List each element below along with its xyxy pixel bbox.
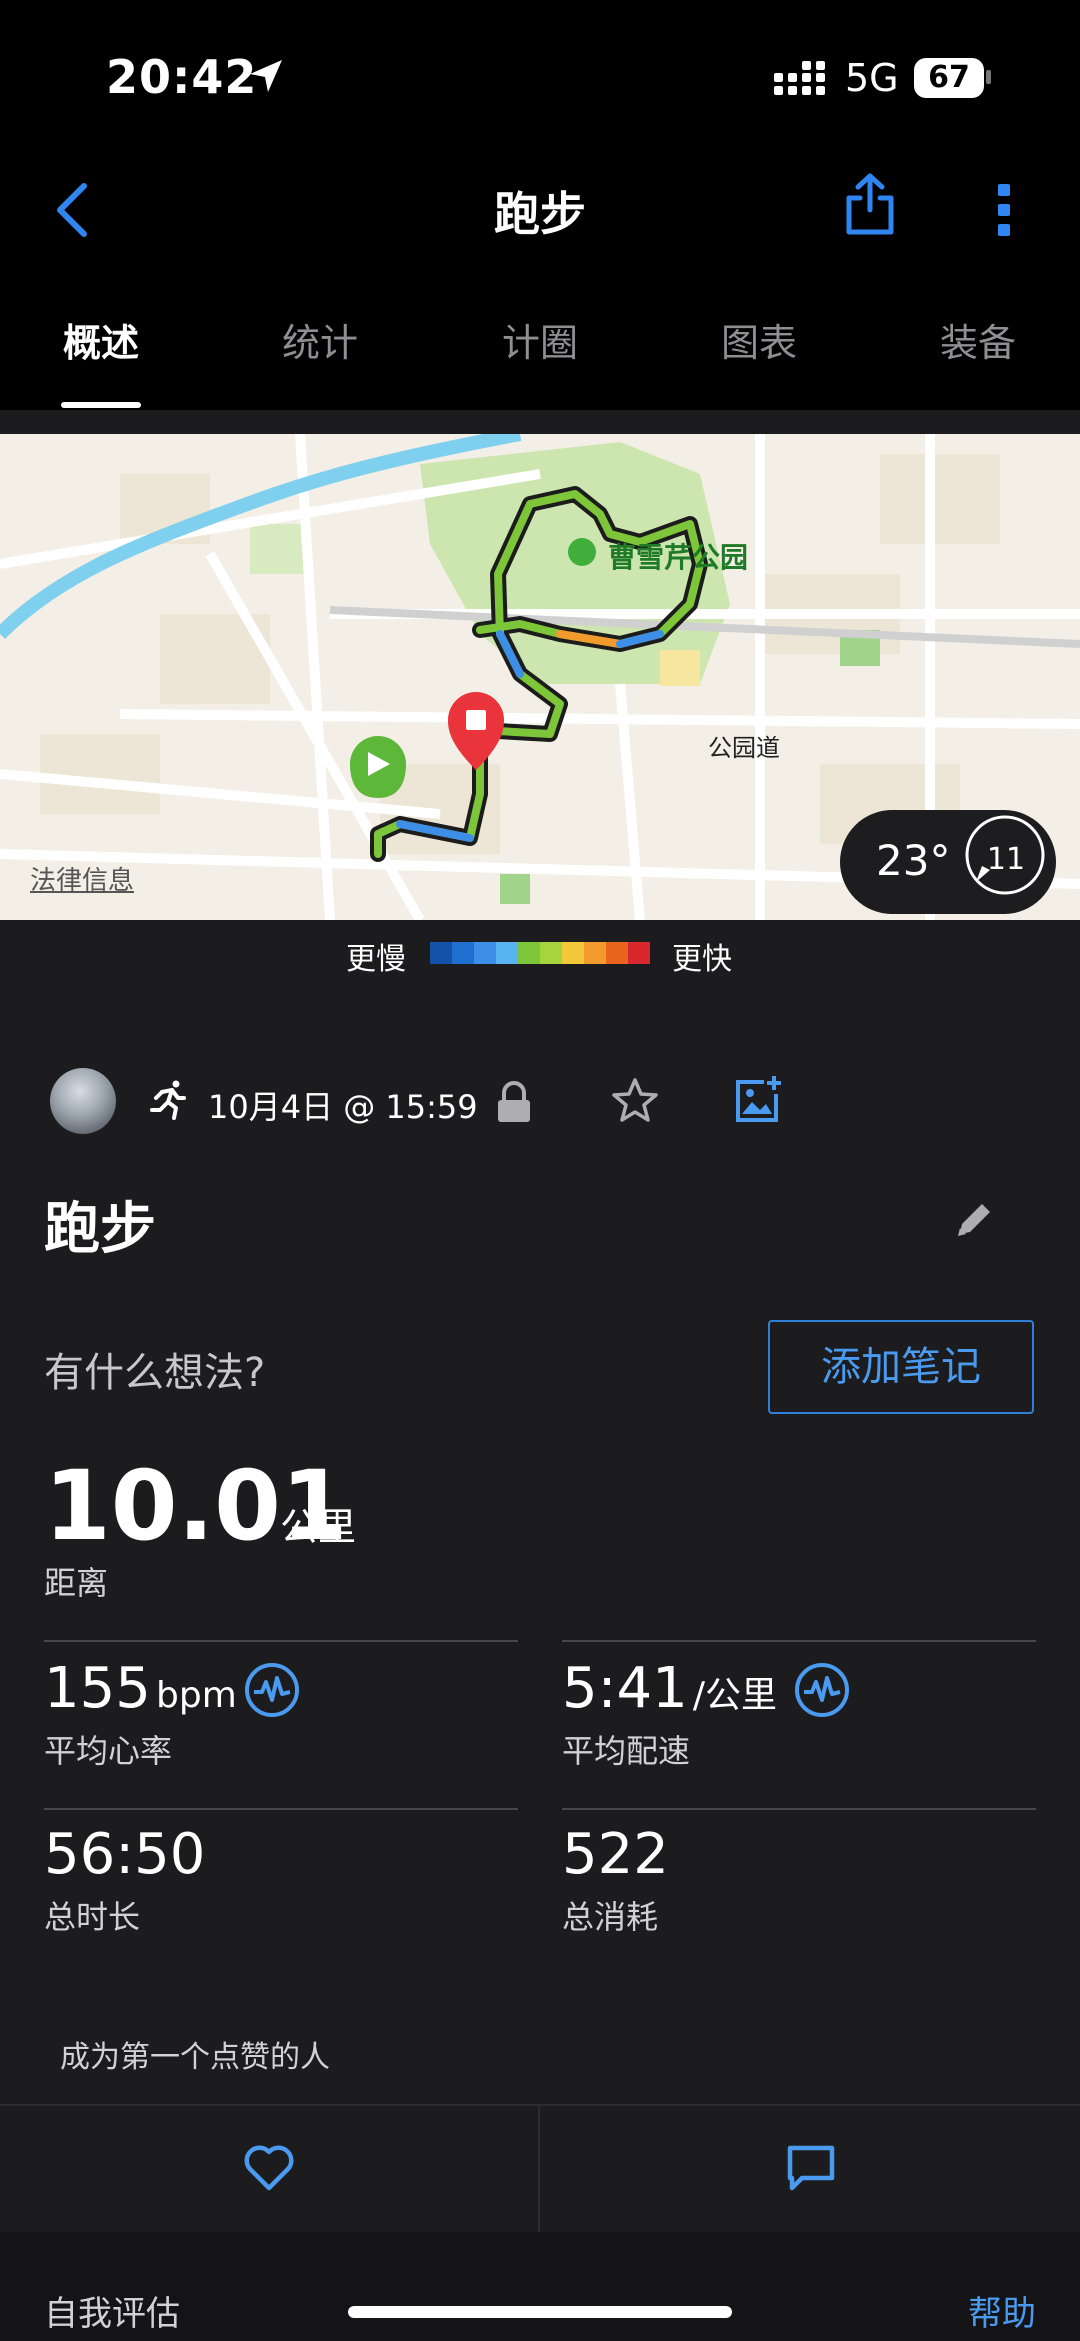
tab-charts[interactable]: 图表	[679, 312, 839, 367]
pace-zone-icon[interactable]	[794, 1662, 850, 1718]
battery-tip	[986, 70, 991, 84]
avg-pace-value: 5:41	[562, 1656, 688, 1721]
map-park-label: 曹雪芹公园	[608, 541, 749, 574]
map-road-label: 公园道	[708, 734, 780, 762]
more-options-icon[interactable]	[992, 180, 1016, 240]
divider	[44, 1808, 518, 1810]
add-note-button[interactable]: 添加笔记	[768, 1320, 1034, 1414]
legal-info-link[interactable]: 法律信息	[30, 860, 134, 897]
likes-prompt: 成为第一个点赞的人	[60, 2040, 330, 2075]
tab-gear[interactable]: 装备	[898, 312, 1058, 367]
pace-scale-swatch	[474, 942, 496, 964]
tab-active-underline	[61, 402, 141, 408]
pace-scale-swatch	[606, 942, 628, 964]
avg-pace-row: 5:41 /公里	[562, 1656, 777, 1721]
pace-scale-swatch	[540, 942, 562, 964]
calories-label: 总消耗	[562, 1898, 659, 1936]
avg-pace-unit: /公里	[692, 1675, 777, 1716]
network-type: 5G	[845, 56, 899, 100]
tab-stats[interactable]: 统计	[240, 312, 400, 367]
self-evaluation-label[interactable]: 自我评估	[44, 2286, 180, 2335]
heart-icon	[244, 2145, 294, 2191]
page-title: 跑步	[494, 187, 586, 241]
help-link[interactable]: 帮助	[968, 2286, 1036, 2335]
avg-hr-row: 155 bpm	[44, 1656, 237, 1721]
tab-laps[interactable]: 计圈	[460, 312, 620, 367]
activity-title: 跑步	[44, 1197, 156, 1262]
duration-value: 56:50	[44, 1822, 206, 1887]
tab-overview[interactable]: 概述	[21, 312, 181, 367]
avg-pace-label: 平均配速	[562, 1732, 691, 1770]
avatar[interactable]	[50, 1068, 116, 1134]
like-button[interactable]	[0, 2104, 540, 2232]
wind-speed: 11	[986, 842, 1026, 877]
divider	[44, 1640, 518, 1642]
share-icon[interactable]	[845, 172, 895, 236]
pace-scale-swatch	[496, 942, 518, 964]
signal-icon	[774, 61, 825, 95]
location-arrow-icon	[250, 60, 282, 92]
pace-color-scale	[430, 942, 650, 964]
comment-icon	[787, 2145, 835, 2191]
thoughts-prompt[interactable]: 有什么想法?	[44, 1340, 265, 1398]
pace-scale-swatch	[562, 942, 584, 964]
pace-scale-swatch	[518, 942, 540, 964]
avg-hr-label: 平均心率	[44, 1732, 173, 1770]
star-icon[interactable]	[610, 1076, 660, 1126]
divider	[562, 1640, 1036, 1642]
calories-value: 522	[562, 1822, 669, 1887]
status-time: 20:42	[106, 50, 258, 104]
divider	[562, 1808, 1036, 1810]
legend-slower-label: 更慢	[346, 942, 406, 977]
add-photo-icon[interactable]	[734, 1074, 784, 1124]
distance-unit: 公里	[280, 1505, 357, 1549]
lock-icon[interactable]	[494, 1080, 534, 1124]
home-indicator	[348, 2306, 732, 2318]
pace-scale-swatch	[584, 942, 606, 964]
heart-rate-zone-icon[interactable]	[244, 1662, 300, 1718]
avg-hr-value: 155	[44, 1656, 151, 1721]
running-icon	[150, 1080, 186, 1120]
pace-scale-swatch	[628, 942, 650, 964]
park-pin-icon	[568, 538, 596, 566]
duration-label: 总时长	[44, 1898, 141, 1936]
avg-hr-unit: bpm	[155, 1675, 237, 1716]
pace-scale-swatch	[452, 942, 474, 964]
battery-indicator: 67	[914, 58, 984, 98]
finish-marker-icon	[448, 692, 504, 770]
legend-faster-label: 更快	[672, 942, 732, 977]
edit-pencil-icon[interactable]	[952, 1196, 998, 1242]
weather-temperature: 23°	[876, 836, 951, 885]
pace-scale-swatch	[430, 942, 452, 964]
comment-button[interactable]	[540, 2104, 1080, 2232]
distance-label: 距离	[44, 1564, 109, 1602]
activity-date: 10月4日 @ 15:59	[208, 1088, 478, 1126]
